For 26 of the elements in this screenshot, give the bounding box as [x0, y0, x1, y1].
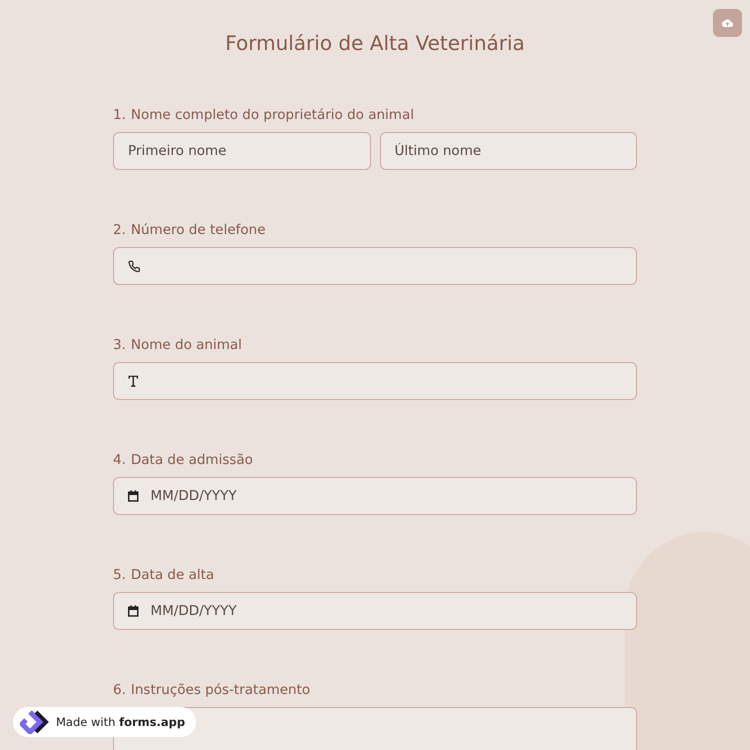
cloud-upload-icon	[722, 19, 733, 27]
input-field[interactable]: Primeiro nome	[113, 132, 370, 170]
calendar-icon	[128, 490, 138, 502]
question-number: 1.	[113, 107, 126, 123]
upload-button[interactable]	[713, 9, 742, 37]
question-label: Nome do animal	[130, 337, 242, 353]
question-number: 2.	[113, 222, 126, 238]
calendar-icon	[128, 605, 138, 617]
question-number: 4.	[113, 452, 126, 468]
text-icon	[128, 375, 138, 387]
question-number: 5.	[113, 567, 126, 583]
input-field[interactable]	[113, 362, 637, 400]
phone-icon	[128, 260, 140, 272]
question-label: Número de telefone	[130, 222, 266, 238]
question-label: Data de alta	[130, 567, 214, 583]
text-input[interactable]: Primeiro nome	[128, 133, 356, 169]
made-with-toast[interactable]: Made with forms.app	[13, 707, 196, 737]
question-label: Instruções pós-tratamento	[130, 682, 310, 698]
form-title: Formulário de Alta Veterinária	[224, 31, 526, 55]
question-number: 3.	[113, 337, 126, 353]
question-label: Data de admissão	[130, 452, 253, 468]
question-number: 6.	[113, 682, 126, 698]
logo-icon	[20, 710, 50, 734]
question-label: Nome completo do proprietário do animal	[130, 107, 414, 123]
badge-text: Made with forms.app	[56, 715, 186, 729]
input-field[interactable]	[113, 247, 637, 285]
